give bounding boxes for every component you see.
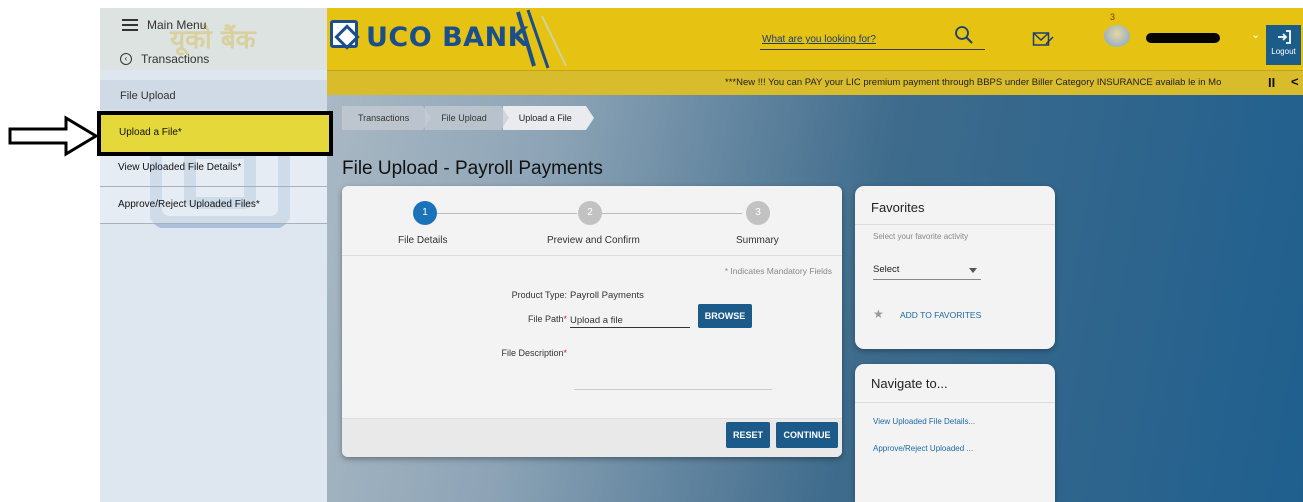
file-path-input[interactable]: Upload a file	[570, 314, 690, 328]
sidebar-section-label: File Upload	[120, 90, 176, 102]
file-description-label-text: File Description	[501, 348, 564, 358]
page-title: File Upload - Payroll Payments	[342, 158, 603, 179]
sidebar-item-approve-reject[interactable]: Approve/Reject Uploaded Files*	[100, 187, 327, 224]
breadcrumb: Transactions File Upload Upload a File	[342, 106, 594, 130]
sidebar-item-label: Upload a File*	[119, 127, 182, 138]
step-1-indicator: 1	[413, 201, 437, 225]
favorites-select-value: Select	[873, 264, 900, 275]
logout-button[interactable]: Logout	[1266, 25, 1301, 65]
required-mark: *	[563, 348, 567, 358]
reset-button[interactable]: RESET	[726, 422, 770, 448]
navigate-link-approve-reject[interactable]: Approve/Reject Uploaded ...	[873, 444, 973, 453]
main-menu-toggle[interactable]: Main Menu	[122, 18, 206, 32]
favorites-hint: Select your favorite activity	[873, 232, 969, 241]
step-3-indicator: 3	[746, 201, 770, 225]
step-2-label: Preview and Confirm	[547, 235, 640, 246]
step-2-indicator: 2	[578, 201, 602, 225]
product-type-value: Payroll Payments	[570, 290, 644, 301]
chevron-left-icon: ‹	[120, 53, 132, 65]
product-type-label: Product Type:	[511, 290, 567, 300]
brand-stripes-icon	[516, 9, 567, 69]
news-ticker-text: ***New !!! You can PAY your LIC premium …	[725, 77, 1222, 88]
username-redacted	[1146, 33, 1220, 43]
add-to-favorites-link[interactable]: ADD TO FAVORITES	[900, 310, 981, 320]
sidebar-item-label: Approve/Reject Uploaded Files*	[118, 199, 260, 210]
app-window: UCO BANK What are you looking for? 3 ⌄ L…	[0, 0, 1303, 502]
brand-name: UCO BANK	[366, 22, 530, 53]
breadcrumb-item[interactable]: File Upload	[425, 106, 509, 130]
file-path-label: File Path*	[472, 314, 567, 324]
breadcrumb-item[interactable]: Transactions	[342, 106, 432, 130]
divider	[855, 224, 1055, 225]
star-icon[interactable]: ★	[873, 307, 884, 321]
file-description-label: File Description*	[472, 348, 567, 358]
uco-logo-icon	[330, 20, 358, 48]
notification-count: 3	[1110, 12, 1116, 22]
avatar[interactable]	[1104, 25, 1130, 47]
navigate-to-title: Navigate to...	[871, 376, 948, 391]
browse-button[interactable]: BROWSE	[698, 304, 752, 328]
logout-label: Logout	[1271, 47, 1296, 56]
search-input[interactable]: What are you looking for?	[762, 34, 876, 45]
favorites-title: Favorites	[871, 200, 925, 215]
back-label: Transactions	[141, 52, 210, 66]
dropdown-arrow-icon	[969, 268, 977, 273]
ticker-prev-button[interactable]: <	[1291, 74, 1299, 89]
navigate-to-card: Navigate to... View Uploaded File Detail…	[855, 364, 1055, 502]
back-to-transactions[interactable]: ‹ Transactions	[120, 52, 209, 66]
upload-form-card: 1 2 3 File Details Preview and Confirm S…	[342, 186, 842, 457]
main-menu-label: Main Menu	[147, 18, 207, 32]
favorites-select[interactable]: Select	[873, 264, 981, 280]
search-bar[interactable]: What are you looking for?	[760, 26, 985, 50]
step-1-label: File Details	[398, 235, 448, 246]
search-icon[interactable]	[953, 24, 975, 46]
step-3-label: Summary	[736, 235, 779, 246]
stepper-connector	[602, 213, 742, 214]
divider	[855, 402, 1055, 403]
sidebar-item-upload-file[interactable]: Upload a File*	[97, 111, 333, 156]
favorites-card: Favorites Select your favorite activity …	[855, 186, 1055, 349]
sidebar-section-header: File Upload	[100, 80, 327, 110]
breadcrumb-item-current: Upload a File	[502, 106, 594, 130]
file-path-label-text: File Path	[527, 314, 564, 324]
hamburger-icon	[122, 19, 138, 31]
continue-button[interactable]: CONTINUE	[776, 422, 838, 448]
sidebar-item-label: View Uploaded File Details*	[118, 162, 242, 173]
chevron-down-icon[interactable]: ⌄	[1251, 28, 1260, 41]
logout-icon	[1277, 30, 1291, 44]
stepper: 1 2 3 File Details Preview and Confirm S…	[342, 186, 842, 256]
mandatory-fields-note: * Indicates Mandatory Fields	[724, 266, 832, 276]
mail-icon[interactable]	[1032, 30, 1054, 48]
navigate-link-view-uploaded[interactable]: View Uploaded File Details...	[873, 417, 975, 426]
highlight-arrow-icon	[8, 115, 99, 157]
ticker-pause-button[interactable]: II	[1268, 75, 1275, 90]
required-mark: *	[563, 314, 567, 324]
stepper-connector	[437, 213, 577, 214]
file-description-input[interactable]	[574, 372, 772, 390]
